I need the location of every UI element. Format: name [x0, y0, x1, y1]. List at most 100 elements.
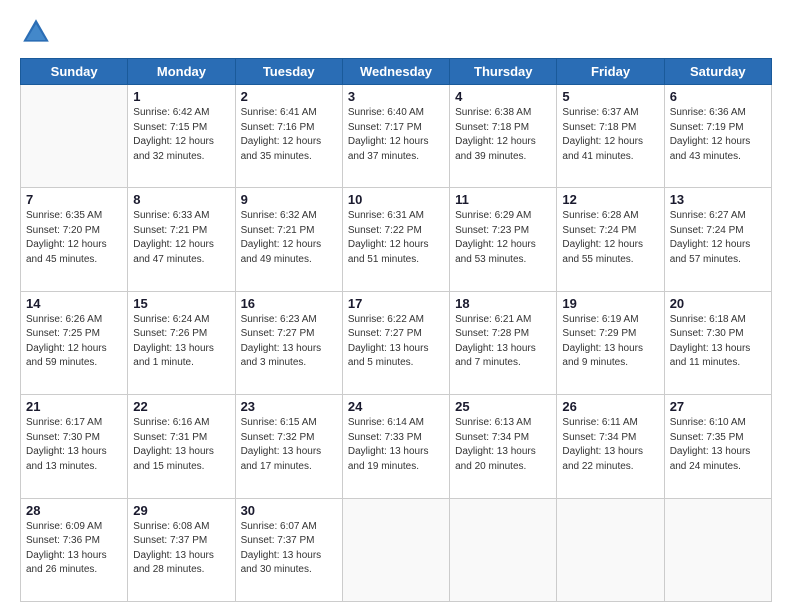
day-info: Sunrise: 6:14 AMSunset: 7:33 PMDaylight:…: [348, 416, 444, 474]
calendar-cell: 21 Sunrise: 6:17 AMSunset: 7:30 PMDayligh…: [21, 395, 128, 498]
calendar-cell: [342, 498, 449, 601]
day-info: Sunrise: 6:11 AMSunset: 7:34 PMDaylight:…: [562, 416, 658, 474]
day-info: Sunrise: 6:36 AMSunset: 7:19 PMDaylight:…: [670, 106, 766, 164]
col-header-saturday: Saturday: [664, 59, 771, 85]
calendar-cell: 20 Sunrise: 6:18 AMSunset: 7:30 PMDayligh…: [664, 291, 771, 394]
day-info: Sunrise: 6:08 AMSunset: 7:37 PMDaylight:…: [133, 520, 229, 578]
calendar-cell: 13Sunrise: 6:27 AMSunset: 7:24 PMDayligh…: [664, 188, 771, 291]
calendar-cell: 26 Sunrise: 6:11 AMSunset: 7:34 PMDayligh…: [557, 395, 664, 498]
logo-icon: [20, 16, 52, 48]
calendar-week-5: 28 Sunrise: 6:09 AMSunset: 7:36 PMDayligh…: [21, 498, 772, 601]
day-info: Sunrise: 6:28 AMSunset: 7:24 PMDaylight:…: [562, 209, 658, 267]
day-number: 23: [241, 399, 337, 414]
day-info: Sunrise: 6:10 AMSunset: 7:35 PMDaylight:…: [670, 416, 766, 474]
calendar-cell: 1 Sunrise: 6:42 AMSunset: 7:15 PMDaylight…: [128, 85, 235, 188]
calendar-cell: 16 Sunrise: 6:23 AMSunset: 7:27 PMDayligh…: [235, 291, 342, 394]
day-number: 8: [133, 192, 229, 207]
day-number: 20: [670, 296, 766, 311]
day-info: Sunrise: 6:09 AMSunset: 7:36 PMDaylight:…: [26, 520, 122, 578]
calendar-cell: 28 Sunrise: 6:09 AMSunset: 7:36 PMDayligh…: [21, 498, 128, 601]
day-info: Sunrise: 6:15 AMSunset: 7:32 PMDaylight:…: [241, 416, 337, 474]
day-info: Sunrise: 6:31 AMSunset: 7:22 PMDaylight:…: [348, 209, 444, 267]
col-header-thursday: Thursday: [450, 59, 557, 85]
calendar-cell: 11 Sunrise: 6:29 AMSunset: 7:23 PMDayligh…: [450, 188, 557, 291]
day-number: 18: [455, 296, 551, 311]
day-info: Sunrise: 6:35 AMSunset: 7:20 PMDaylight:…: [26, 209, 122, 267]
day-info: Sunrise: 6:41 AMSunset: 7:16 PMDaylight:…: [241, 106, 337, 164]
calendar-table: SundayMondayTuesdayWednesdayThursdayFrid…: [20, 58, 772, 602]
col-header-sunday: Sunday: [21, 59, 128, 85]
calendar-header-row: SundayMondayTuesdayWednesdayThursdayFrid…: [21, 59, 772, 85]
day-info: Sunrise: 6:19 AMSunset: 7:29 PMDaylight:…: [562, 313, 658, 371]
day-info: Sunrise: 6:38 AMSunset: 7:18 PMDaylight:…: [455, 106, 551, 164]
day-number: 21: [26, 399, 122, 414]
day-number: 27: [670, 399, 766, 414]
calendar-week-3: 14 Sunrise: 6:26 AMSunset: 7:25 PMDayligh…: [21, 291, 772, 394]
calendar-cell: 22 Sunrise: 6:16 AMSunset: 7:31 PMDayligh…: [128, 395, 235, 498]
day-info: Sunrise: 6:40 AMSunset: 7:17 PMDaylight:…: [348, 106, 444, 164]
logo: [20, 16, 56, 48]
day-info: Sunrise: 6:29 AMSunset: 7:23 PMDaylight:…: [455, 209, 551, 267]
calendar-cell: 9Sunrise: 6:32 AMSunset: 7:21 PMDaylight…: [235, 188, 342, 291]
day-info: Sunrise: 6:07 AMSunset: 7:37 PMDaylight:…: [241, 520, 337, 578]
day-number: 19: [562, 296, 658, 311]
day-number: 11: [455, 192, 551, 207]
day-number: 28: [26, 503, 122, 518]
calendar-cell: [557, 498, 664, 601]
day-number: 15: [133, 296, 229, 311]
day-number: 13: [670, 192, 766, 207]
calendar-cell: 27 Sunrise: 6:10 AMSunset: 7:35 PMDayligh…: [664, 395, 771, 498]
calendar-cell: 17 Sunrise: 6:22 AMSunset: 7:27 PMDayligh…: [342, 291, 449, 394]
calendar-cell: 23 Sunrise: 6:15 AMSunset: 7:32 PMDayligh…: [235, 395, 342, 498]
col-header-monday: Monday: [128, 59, 235, 85]
day-info: Sunrise: 6:16 AMSunset: 7:31 PMDaylight:…: [133, 416, 229, 474]
calendar-cell: 4 Sunrise: 6:38 AMSunset: 7:18 PMDaylight…: [450, 85, 557, 188]
calendar-cell: 6Sunrise: 6:36 AMSunset: 7:19 PMDaylight…: [664, 85, 771, 188]
calendar-cell: 30Sunrise: 6:07 AMSunset: 7:37 PMDayligh…: [235, 498, 342, 601]
calendar-cell: 10 Sunrise: 6:31 AMSunset: 7:22 PMDayligh…: [342, 188, 449, 291]
day-number: 1: [133, 89, 229, 104]
day-number: 29: [133, 503, 229, 518]
header: [20, 16, 772, 48]
day-number: 16: [241, 296, 337, 311]
calendar-week-2: 7 Sunrise: 6:35 AMSunset: 7:20 PMDaylight…: [21, 188, 772, 291]
day-number: 2: [241, 89, 337, 104]
calendar-cell: 7 Sunrise: 6:35 AMSunset: 7:20 PMDaylight…: [21, 188, 128, 291]
day-info: Sunrise: 6:13 AMSunset: 7:34 PMDaylight:…: [455, 416, 551, 474]
day-number: 24: [348, 399, 444, 414]
day-number: 7: [26, 192, 122, 207]
calendar-cell: 24 Sunrise: 6:14 AMSunset: 7:33 PMDayligh…: [342, 395, 449, 498]
day-number: 22: [133, 399, 229, 414]
day-info: Sunrise: 6:26 AMSunset: 7:25 PMDaylight:…: [26, 313, 122, 371]
calendar-cell: [21, 85, 128, 188]
day-info: Sunrise: 6:23 AMSunset: 7:27 PMDaylight:…: [241, 313, 337, 371]
col-header-tuesday: Tuesday: [235, 59, 342, 85]
day-number: 17: [348, 296, 444, 311]
calendar-cell: 14 Sunrise: 6:26 AMSunset: 7:25 PMDayligh…: [21, 291, 128, 394]
calendar-cell: 12Sunrise: 6:28 AMSunset: 7:24 PMDayligh…: [557, 188, 664, 291]
day-info: Sunrise: 6:32 AMSunset: 7:21 PMDaylight:…: [241, 209, 337, 267]
day-info: Sunrise: 6:18 AMSunset: 7:30 PMDaylight:…: [670, 313, 766, 371]
calendar-cell: 15 Sunrise: 6:24 AMSunset: 7:26 PMDayligh…: [128, 291, 235, 394]
day-number: 5: [562, 89, 658, 104]
calendar-cell: 3 Sunrise: 6:40 AMSunset: 7:17 PMDaylight…: [342, 85, 449, 188]
day-number: 14: [26, 296, 122, 311]
day-info: Sunrise: 6:17 AMSunset: 7:30 PMDaylight:…: [26, 416, 122, 474]
day-info: Sunrise: 6:37 AMSunset: 7:18 PMDaylight:…: [562, 106, 658, 164]
day-number: 10: [348, 192, 444, 207]
day-info: Sunrise: 6:24 AMSunset: 7:26 PMDaylight:…: [133, 313, 229, 371]
calendar-cell: 2 Sunrise: 6:41 AMSunset: 7:16 PMDaylight…: [235, 85, 342, 188]
day-info: Sunrise: 6:21 AMSunset: 7:28 PMDaylight:…: [455, 313, 551, 371]
day-info: Sunrise: 6:22 AMSunset: 7:27 PMDaylight:…: [348, 313, 444, 371]
calendar-cell: 5 Sunrise: 6:37 AMSunset: 7:18 PMDaylight…: [557, 85, 664, 188]
day-number: 3: [348, 89, 444, 104]
day-info: Sunrise: 6:42 AMSunset: 7:15 PMDaylight:…: [133, 106, 229, 164]
calendar-cell: [664, 498, 771, 601]
calendar-cell: 19 Sunrise: 6:19 AMSunset: 7:29 PMDayligh…: [557, 291, 664, 394]
calendar-cell: 8Sunrise: 6:33 AMSunset: 7:21 PMDaylight…: [128, 188, 235, 291]
day-number: 4: [455, 89, 551, 104]
col-header-wednesday: Wednesday: [342, 59, 449, 85]
day-number: 26: [562, 399, 658, 414]
calendar-cell: 18 Sunrise: 6:21 AMSunset: 7:28 PMDayligh…: [450, 291, 557, 394]
calendar-cell: 29 Sunrise: 6:08 AMSunset: 7:37 PMDayligh…: [128, 498, 235, 601]
